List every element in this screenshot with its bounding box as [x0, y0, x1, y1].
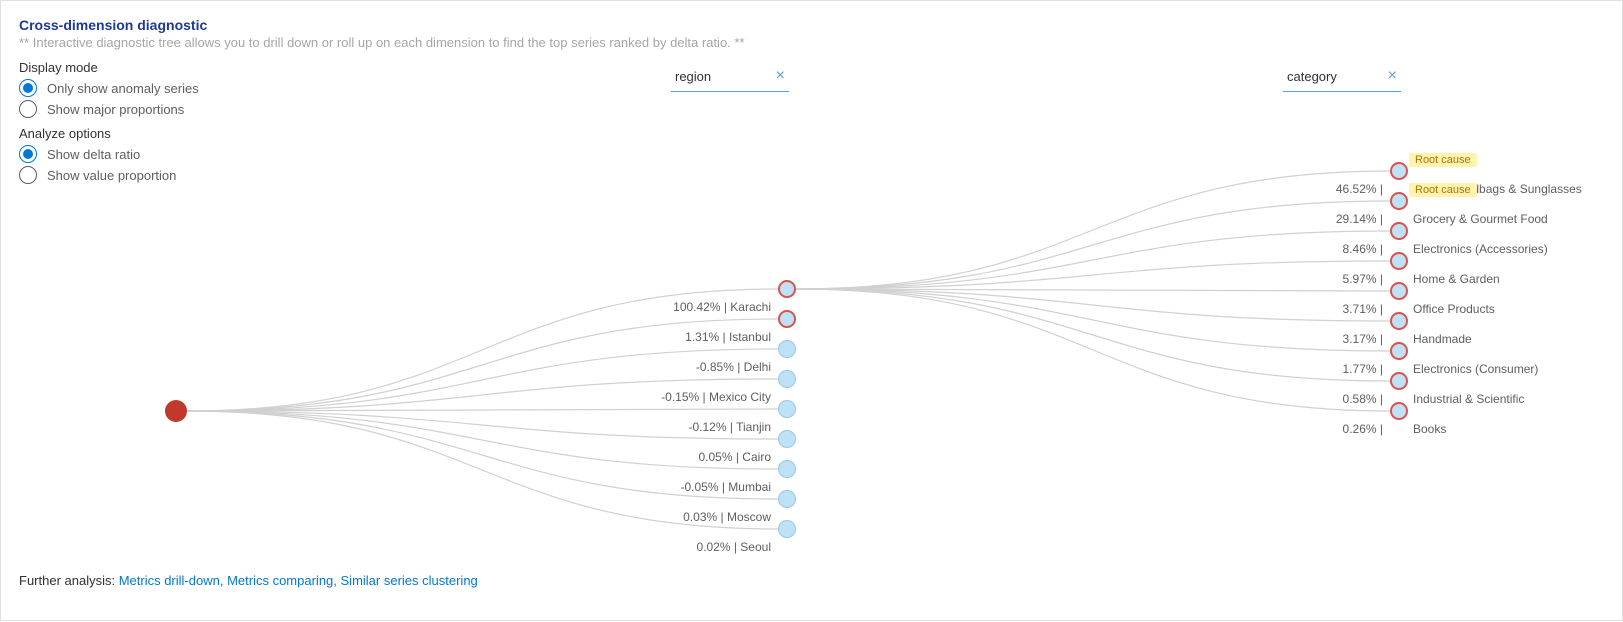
tree-node-label: 1.77% |: [1343, 362, 1383, 376]
analyze-option-delta-ratio[interactable]: Show delta ratio: [19, 145, 279, 163]
tree-category-node[interactable]: [1390, 252, 1408, 270]
tree-node-label: 3.17% |: [1343, 332, 1383, 346]
analyze-option-value-proportion[interactable]: Show value proportion: [19, 166, 279, 184]
tree-node-label: -0.15% | Mexico City: [661, 390, 771, 404]
tree-category-node[interactable]: [1390, 162, 1408, 180]
tree-node-label: 0.02% | Seoul: [696, 540, 771, 554]
radio-icon: [19, 145, 37, 163]
radio-icon: [19, 166, 37, 184]
tree-category-node[interactable]: [1390, 402, 1408, 420]
tree-node-label: 0.05% | Cairo: [699, 450, 772, 464]
display-mode-option-proportions[interactable]: Show major proportions: [19, 100, 279, 118]
link-metrics-drilldown[interactable]: Metrics drill-down: [119, 573, 220, 588]
tree-node-label: Electronics (Consumer): [1413, 362, 1538, 376]
tree-region-node[interactable]: [778, 310, 796, 328]
radio-label: Show value proportion: [47, 168, 176, 183]
tree-region-node[interactable]: [778, 460, 796, 478]
dimension-name: region: [675, 69, 711, 84]
close-icon[interactable]: ×: [776, 69, 785, 83]
tree-node-label: Books: [1413, 422, 1446, 436]
root-cause-badge: Root cause: [1409, 183, 1477, 197]
diagnostic-card: Cross-dimension diagnostic ** Interactiv…: [0, 0, 1623, 621]
tree-category-node[interactable]: [1390, 312, 1408, 330]
dimension-name: category: [1287, 69, 1337, 84]
tree-node-label: 5.97% |: [1343, 272, 1383, 286]
tree-region-node[interactable]: [778, 520, 796, 538]
tree-node-label: -0.12% | Tianjin: [689, 420, 772, 434]
panel-title: Cross-dimension diagnostic: [19, 17, 1604, 33]
tree-node-label: Handmade: [1413, 332, 1472, 346]
tree-category-node[interactable]: [1390, 282, 1408, 300]
tree-region-node[interactable]: [778, 490, 796, 508]
tree-node-label: 100.42% | Karachi: [673, 300, 771, 314]
radio-icon: [19, 79, 37, 97]
display-mode-label: Display mode: [19, 60, 279, 75]
radio-icon: [19, 100, 37, 118]
tree-node-label: Electronics (Accessories): [1413, 242, 1548, 256]
tree-region-node[interactable]: [778, 340, 796, 358]
tree-node-label: 0.58% |: [1343, 392, 1383, 406]
tree-node-label: -0.05% | Mumbai: [681, 480, 772, 494]
tree-node-label: 8.46% |: [1343, 242, 1383, 256]
tree-node-label: Shoes Handbags & Sunglasses: [1413, 182, 1582, 196]
further-analysis: Further analysis: Metrics drill-down, Me…: [19, 573, 478, 588]
tree-region-node[interactable]: [778, 400, 796, 418]
root-cause-badge: Root cause: [1409, 153, 1477, 167]
tree-category-node[interactable]: [1390, 222, 1408, 240]
display-mode-option-anomaly[interactable]: Only show anomaly series: [19, 79, 279, 97]
tree-node-label: 29.14% |: [1336, 212, 1383, 226]
radio-label: Show major proportions: [47, 102, 184, 117]
dimension-header-region[interactable]: region ×: [671, 63, 789, 92]
tree-node-label: 46.52% |: [1336, 182, 1383, 196]
panel-subtitle: ** Interactive diagnostic tree allows yo…: [19, 35, 1604, 50]
tree-node-label: 3.71% |: [1343, 302, 1383, 316]
tree-region-node[interactable]: [778, 280, 796, 298]
tree-node-label: 0.26% |: [1343, 422, 1383, 436]
tree-node-label: -0.85% | Delhi: [696, 360, 771, 374]
tree-region-node[interactable]: [778, 430, 796, 448]
tree-category-node[interactable]: [1390, 192, 1408, 210]
tree-node-label: Grocery & Gourmet Food: [1413, 212, 1548, 226]
tree-category-node[interactable]: [1390, 342, 1408, 360]
radio-label: Show delta ratio: [47, 147, 140, 162]
controls-panel: Display mode Only show anomaly series Sh…: [19, 60, 279, 184]
dimension-header-category[interactable]: category ×: [1283, 63, 1401, 92]
close-icon[interactable]: ×: [1388, 69, 1397, 83]
analyze-options-label: Analyze options: [19, 126, 279, 141]
tree-node-label: 1.31% | Istanbul: [685, 330, 771, 344]
tree-category-node[interactable]: [1390, 372, 1408, 390]
tree-root-node[interactable]: [165, 400, 187, 422]
tree-node-label: 0.03% | Moscow: [683, 510, 771, 524]
link-metrics-comparing[interactable]: Metrics comparing: [227, 573, 333, 588]
tree-node-label: Industrial & Scientific: [1413, 392, 1524, 406]
tree-node-label: Home & Garden: [1413, 272, 1500, 286]
tree-region-node[interactable]: [778, 370, 796, 388]
further-analysis-prefix: Further analysis:: [19, 573, 119, 588]
radio-label: Only show anomaly series: [47, 81, 199, 96]
link-similar-series-clustering[interactable]: Similar series clustering: [341, 573, 478, 588]
tree-node-label: Office Products: [1413, 302, 1495, 316]
